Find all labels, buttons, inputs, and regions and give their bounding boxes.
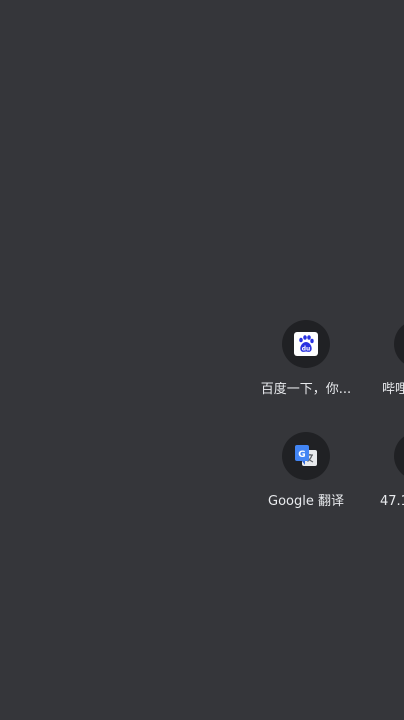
- google-translate-icon: G: [293, 443, 319, 469]
- svg-text:G: G: [298, 450, 305, 460]
- baidu-icon: du: [294, 332, 318, 356]
- new-tab-page: du 百度一下，你... 哔哩哔哩 G Google 翻译: [0, 0, 404, 720]
- shortcut-label: Google 翻译: [268, 494, 344, 509]
- shortcut-bilibili[interactable]: 哔哩哔哩: [362, 320, 404, 420]
- shortcut-icon-circle: [394, 432, 404, 480]
- shortcut-site[interactable]: 47.1: [362, 432, 404, 532]
- shortcut-label: 47.1: [380, 494, 404, 509]
- shortcut-baidu[interactable]: du 百度一下，你...: [250, 320, 362, 420]
- shortcut-label: 百度一下，你...: [260, 382, 352, 397]
- shortcut-google-translate[interactable]: G Google 翻译: [250, 432, 362, 532]
- svg-text:du: du: [302, 346, 311, 353]
- shortcut-label: 哔哩哔哩: [382, 382, 404, 397]
- shortcut-icon-circle: [394, 320, 404, 368]
- shortcut-icon-circle: G: [282, 432, 330, 480]
- shortcut-icon-circle: du: [282, 320, 330, 368]
